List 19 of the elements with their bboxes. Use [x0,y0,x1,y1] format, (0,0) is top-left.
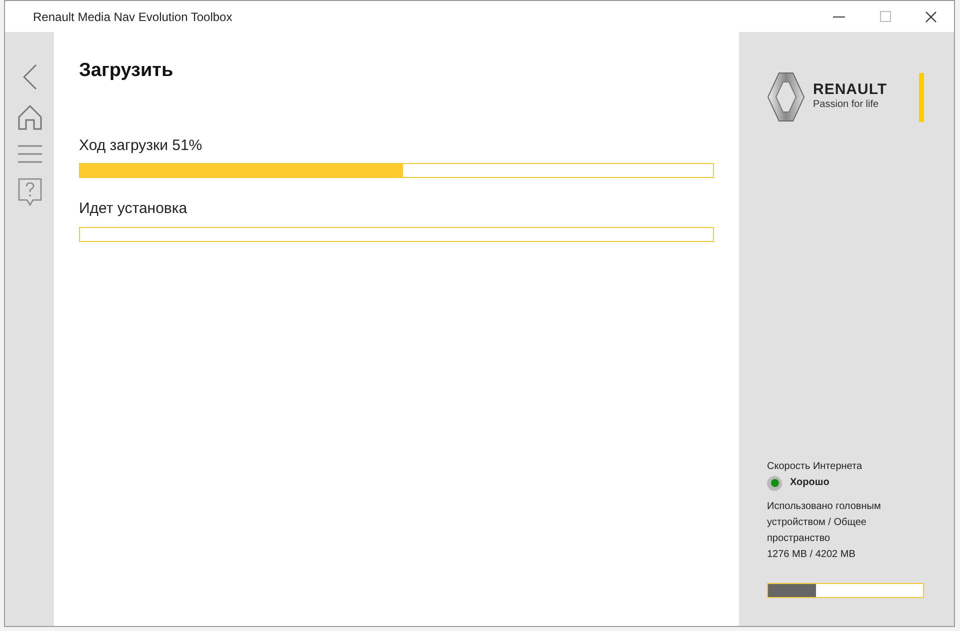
brand-tagline: Passion for life [813,98,880,112]
storage-reading: 1276 MB / 4202 MB [767,548,856,562]
close-icon [925,10,937,22]
maximize-icon [880,11,890,22]
storage-label: Использовано головным устройством / Общее пространство [767,500,882,546]
menu-button[interactable] [16,144,42,164]
progress-label: Ход загрузки 51% [79,136,204,156]
diamond-logo-icon [767,72,805,122]
back-button[interactable] [22,64,36,90]
help-button[interactable] [18,178,42,206]
brand-name: RENAULT [813,82,888,97]
speed-status: Хорошо [790,476,830,490]
window-title: Renault Media Nav Evolution Toolbox [32,8,234,26]
home-button[interactable] [16,104,42,130]
progress-label: Идет установка [79,199,188,220]
accent-bar [919,72,924,122]
speed-label: Скорость Интернета [767,460,864,474]
page-title: Загрузить [79,60,174,83]
minimize-icon [833,16,845,18]
